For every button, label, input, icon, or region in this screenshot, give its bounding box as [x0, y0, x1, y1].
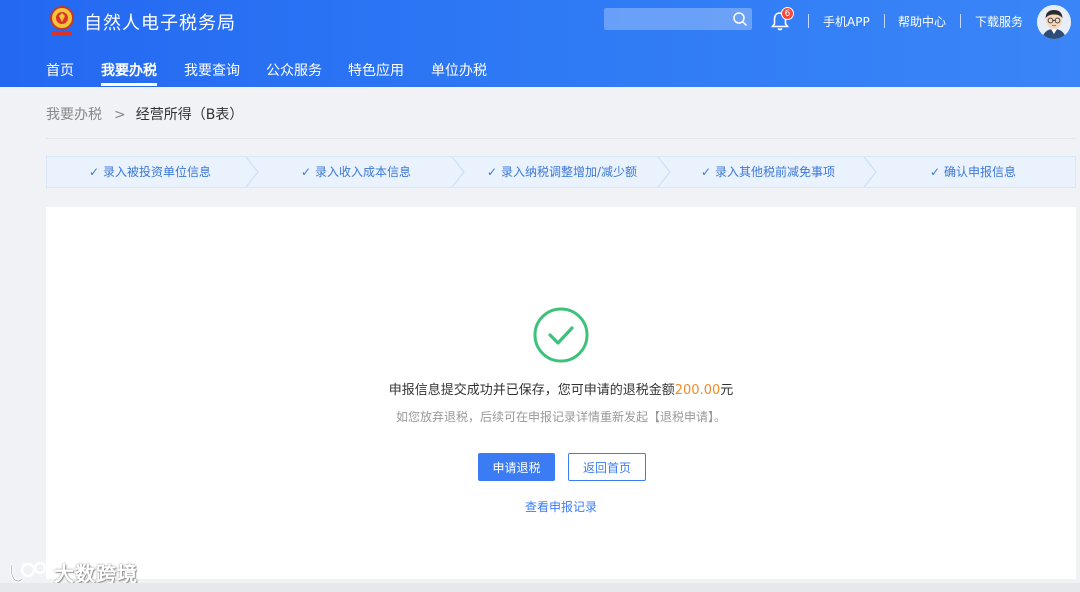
divider	[884, 14, 885, 28]
download-service-link[interactable]: 下载服务	[975, 13, 1023, 30]
breadcrumb-separator: >	[114, 107, 126, 123]
active-nav-indicator	[101, 83, 157, 86]
help-center-link[interactable]: 帮助中心	[898, 13, 946, 30]
watermark: 大数跨境	[8, 558, 138, 586]
avatar-icon	[1037, 5, 1071, 39]
divider	[960, 14, 961, 28]
search-input[interactable]	[604, 8, 752, 30]
step-item[interactable]: ✓ 录入其他税前减免事项	[665, 157, 871, 187]
view-records-link[interactable]: 查看申报记录	[46, 498, 1076, 515]
divider	[808, 14, 809, 28]
user-avatar[interactable]	[1037, 5, 1071, 39]
mobile-app-link[interactable]: 手机APP	[823, 13, 870, 30]
notification-badge: 6	[781, 7, 794, 20]
breadcrumb: 我要办税 > 经营所得（B表）	[46, 104, 243, 124]
breadcrumb-current: 经营所得（B表）	[135, 107, 244, 123]
nav-tax-handling[interactable]: 我要办税	[101, 60, 157, 80]
check-icon: ✓	[300, 165, 312, 179]
divider	[46, 138, 1076, 139]
nav-unit-tax[interactable]: 单位办税	[431, 60, 487, 80]
nav-special-apps[interactable]: 特色应用	[348, 60, 404, 80]
message-text: 申报信息提交成功并已保存，您可申请的退税金额	[388, 383, 675, 398]
check-icon: ✓	[88, 165, 100, 179]
nav-query[interactable]: 我要查询	[184, 60, 240, 80]
nav-public-service[interactable]: 公众服务	[266, 60, 322, 80]
step-label: 录入收入成本信息	[315, 165, 412, 179]
currency-unit: 元	[720, 383, 734, 398]
step-label: 录入其他税前减免事项	[715, 165, 836, 179]
result-card: 申报信息提交成功并已保存，您可申请的退税金额200.00元 如您放弃退税，后续可…	[46, 207, 1076, 579]
breadcrumb-parent[interactable]: 我要办税	[46, 107, 102, 123]
step-item[interactable]: ✓ 确认申报信息	[871, 157, 1075, 187]
step-label: 确认申报信息	[944, 165, 1017, 179]
step-item[interactable]: ✓ 录入收入成本信息	[253, 157, 459, 187]
site-title[interactable]: 自然人电子税务局	[84, 9, 236, 35]
apply-refund-button[interactable]: 申请退税	[478, 453, 555, 481]
watermark-logo-icon	[10, 561, 47, 583]
tax-emblem-icon[interactable]	[46, 4, 78, 38]
search-icon[interactable]	[732, 11, 748, 27]
back-home-button[interactable]: 返回首页	[568, 453, 646, 481]
nav-home[interactable]: 首页	[46, 60, 74, 80]
success-message: 申报信息提交成功并已保存，您可申请的退税金额200.00元	[46, 379, 1076, 398]
check-icon: ✓	[700, 165, 712, 179]
step-label: 录入纳税调整增加/减少额	[501, 165, 638, 179]
step-progress: ✓ 录入被投资单位信息 ✓ 录入收入成本信息 ✓ 录入纳税调整增加/减少额 ✓ 录入其他…	[46, 156, 1076, 188]
step-item[interactable]: ✓ 录入被投资单位信息	[47, 157, 253, 187]
step-item[interactable]: ✓ 录入纳税调整增加/减少额	[459, 157, 665, 187]
success-check-icon	[533, 307, 589, 363]
refund-amount: 200.00	[674, 383, 721, 398]
check-icon: ✓	[486, 165, 497, 179]
hint-message: 如您放弃退税，后续可在申报记录详情重新发起【退税申请】。	[395, 410, 726, 424]
horizontal-scrollbar[interactable]	[0, 583, 1080, 592]
step-label: 录入被投资单位信息	[103, 165, 212, 179]
main-nav: 首页 我要办税 我要查询 公众服务 特色应用 单位办税	[0, 52, 1080, 87]
top-header: 自然人电子税务局 6 手机APP 帮助中心 下载服务 首页 我要办税 我要查询 …	[0, 0, 1080, 87]
check-icon: ✓	[929, 165, 941, 179]
